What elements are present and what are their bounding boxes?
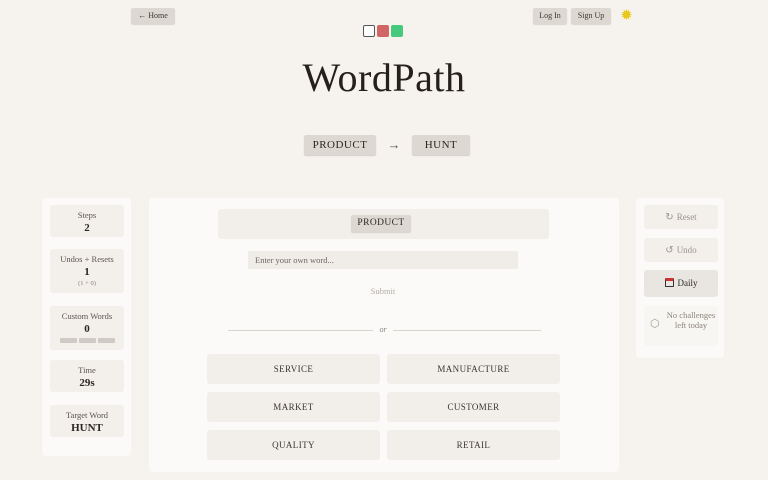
stat-time: Time 29s	[50, 360, 124, 392]
theme-swatch-green[interactable]	[391, 25, 403, 37]
undo-button[interactable]: ↺ Undo	[644, 238, 718, 262]
custom-slot	[78, 338, 96, 343]
cube-icon: ⬡	[650, 318, 660, 330]
stat-value: 1	[84, 266, 90, 278]
stat-label: Time	[78, 365, 96, 375]
custom-word-slots	[50, 338, 124, 343]
reset-icon: ↻	[665, 212, 674, 223]
stat-target-word: Target Word HUNT	[50, 405, 124, 437]
sun-icon[interactable]: ✹	[619, 9, 634, 24]
reset-label: Reset	[676, 212, 697, 222]
login-button[interactable]: Log In	[533, 8, 567, 24]
stat-label: Undos + Resets	[60, 254, 114, 264]
custom-slot	[97, 338, 115, 343]
stat-value: 0	[84, 323, 90, 335]
stat-value: 2	[84, 222, 90, 234]
stat-value: 29s	[79, 377, 95, 389]
daily-label: Daily	[677, 278, 698, 288]
chain-word: PRODUCT	[351, 215, 411, 232]
word-option[interactable]: RETAIL	[387, 430, 560, 460]
start-word: PRODUCT	[304, 135, 376, 155]
undo-label: Undo	[676, 245, 697, 255]
stat-value: HUNT	[71, 422, 103, 434]
reset-button[interactable]: ↻ Reset	[644, 205, 718, 229]
challenge-info: ⬡ No challenges left today	[644, 306, 718, 346]
word-option[interactable]: CUSTOMER	[387, 392, 560, 422]
stat-label: Custom Words	[61, 311, 113, 321]
word-option[interactable]: MARKET	[207, 392, 380, 422]
word-option[interactable]: MANUFACTURE	[387, 354, 560, 384]
stat-label: Steps	[77, 210, 97, 220]
target-word: HUNT	[412, 135, 470, 155]
divider	[228, 330, 373, 331]
word-option[interactable]: SERVICE	[207, 354, 380, 384]
challenge-info-text: No challenges left today	[666, 310, 716, 330]
custom-word-input[interactable]	[248, 251, 518, 269]
arrow-icon: →	[387, 137, 401, 152]
stat-subvalue: (1 + 0)	[78, 280, 96, 287]
daily-button[interactable]: Daily	[644, 270, 718, 297]
stat-steps: Steps 2	[50, 205, 124, 237]
theme-swatch-white[interactable]	[363, 25, 375, 37]
or-label: or	[379, 325, 387, 334]
calendar-icon	[664, 278, 674, 287]
home-button[interactable]: ← Home	[131, 8, 175, 24]
theme-swatch-red[interactable]	[377, 25, 389, 37]
divider	[393, 330, 541, 331]
undo-icon: ↺	[665, 245, 674, 256]
signup-button[interactable]: Sign Up	[571, 8, 611, 24]
page-title: WordPath	[302, 55, 466, 100]
custom-slot	[59, 338, 77, 343]
stat-custom-words: Custom Words 0	[50, 306, 124, 350]
submit-button[interactable]: Submit	[353, 284, 413, 298]
stat-undos-resets: Undos + Resets 1 (1 + 0)	[50, 249, 124, 293]
word-option[interactable]: QUALITY	[207, 430, 380, 460]
stat-label: Target Word	[65, 410, 109, 420]
